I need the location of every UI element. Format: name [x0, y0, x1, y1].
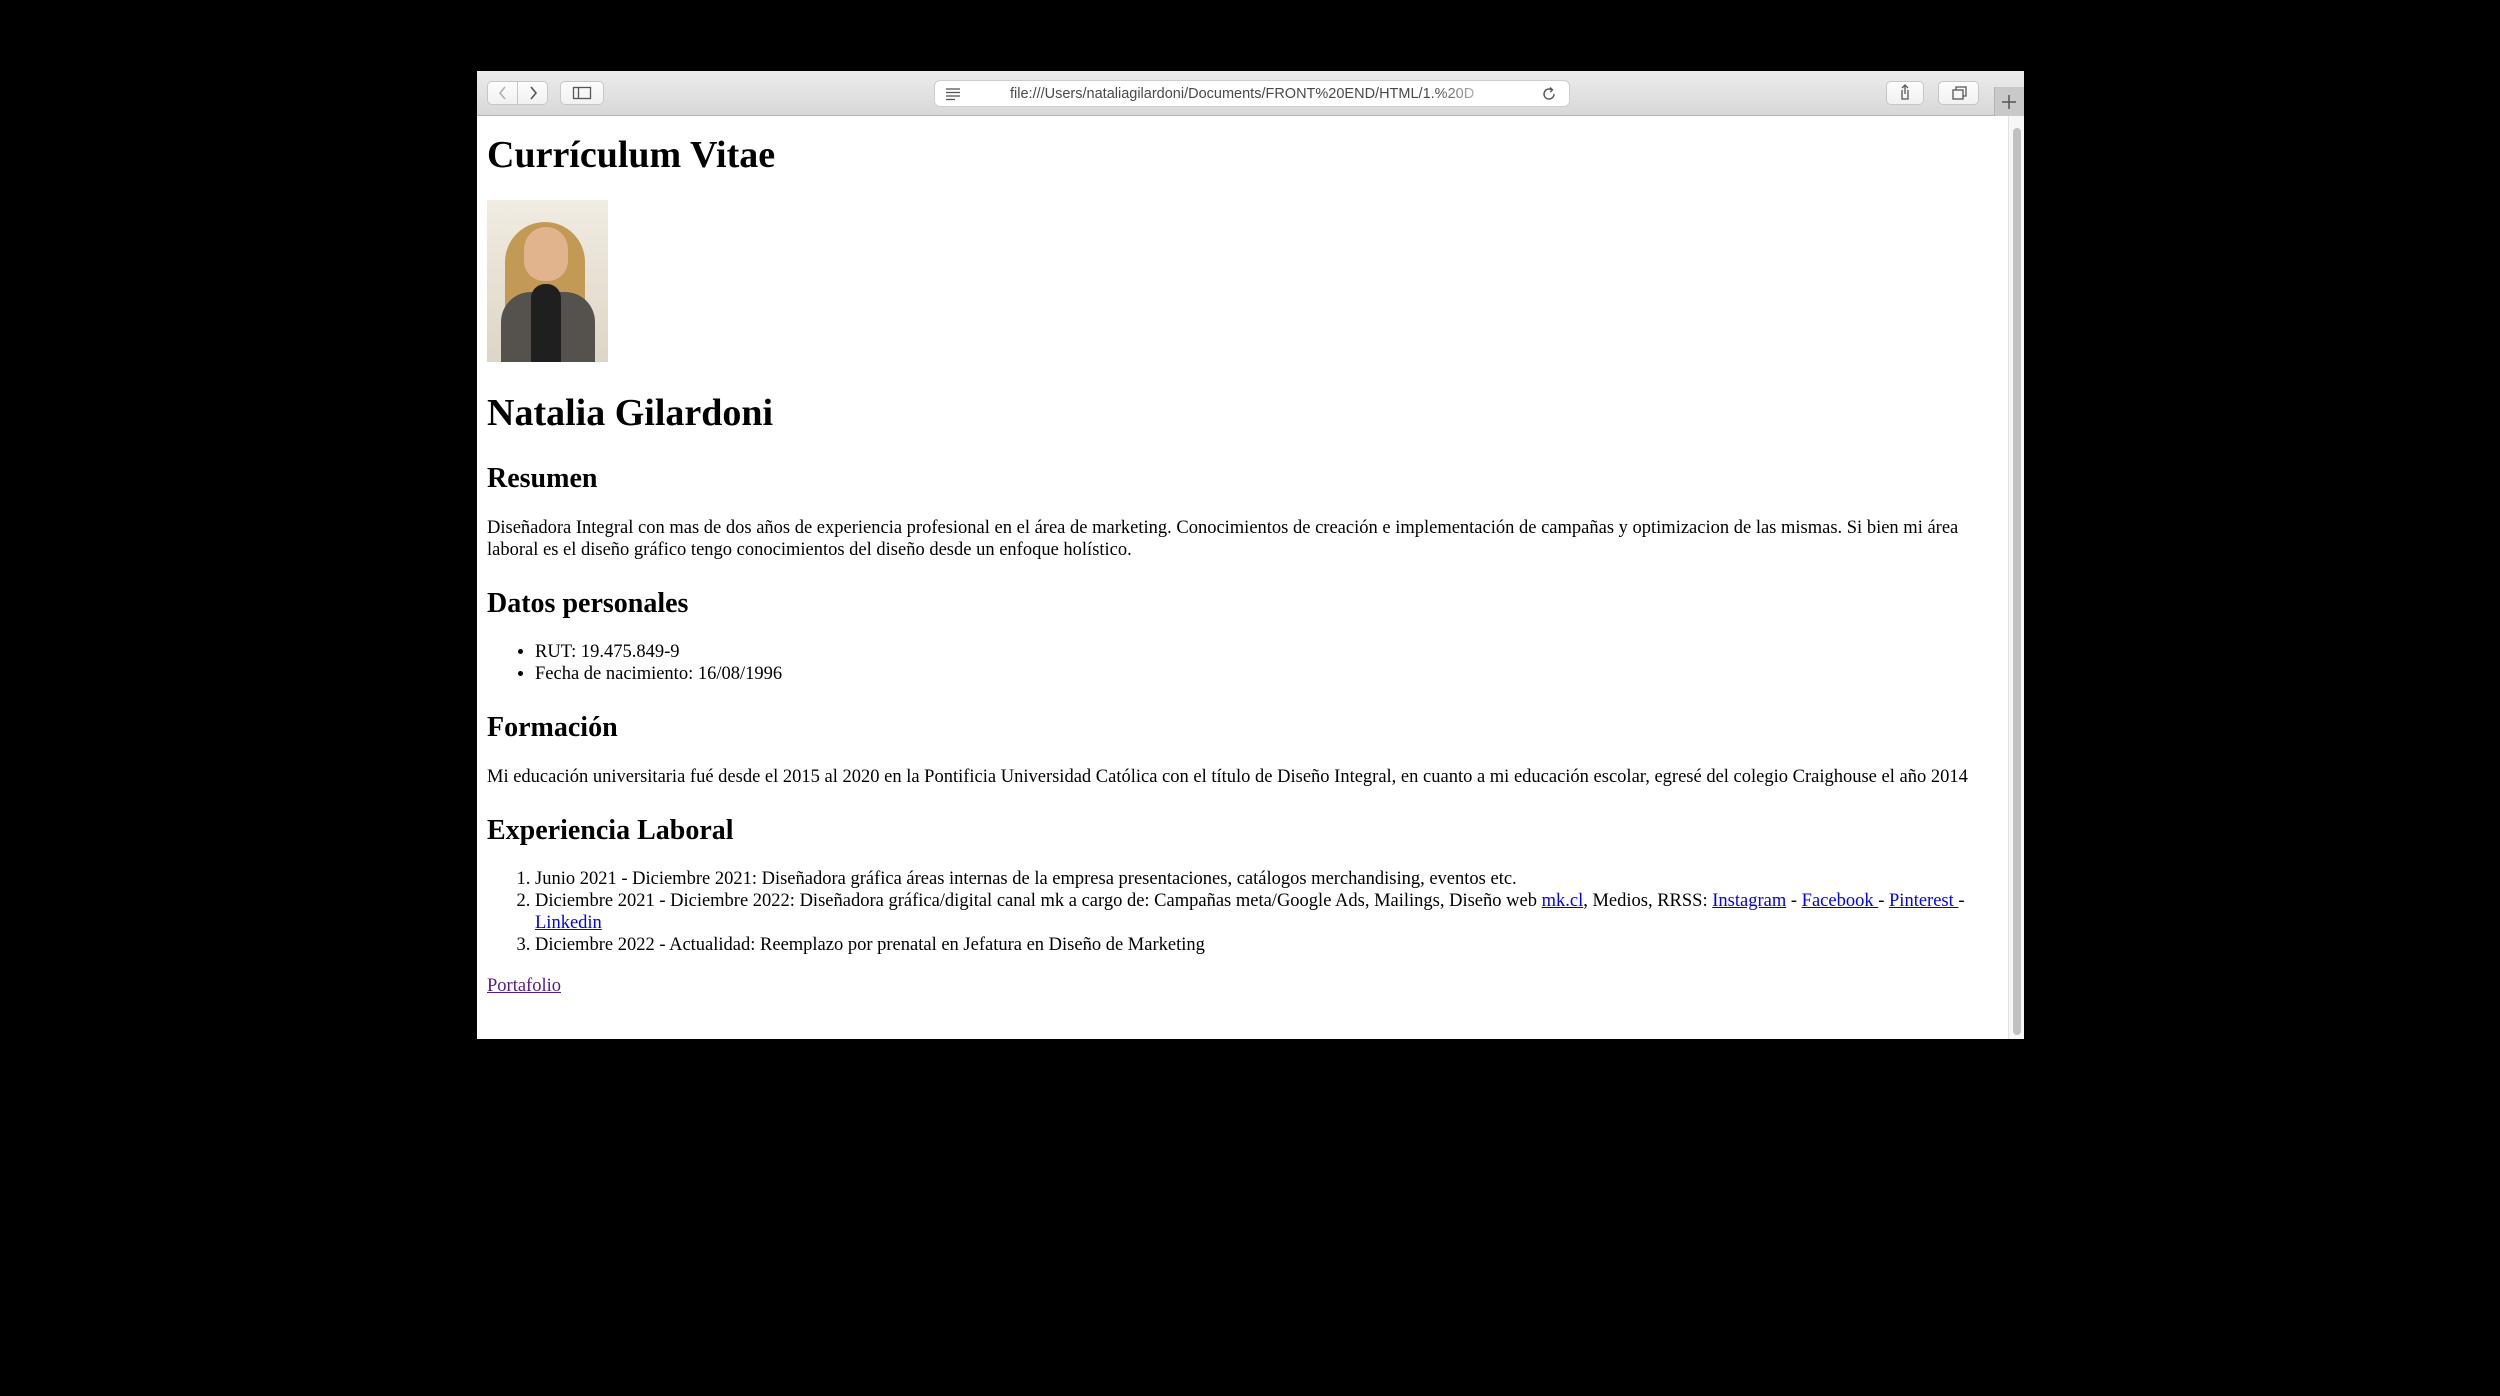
- instagram-link[interactable]: Instagram: [1712, 891, 1786, 911]
- formacion-heading: Formación: [487, 712, 618, 743]
- url-text: file:///Users/nataliagilardoni/Documents…: [1010, 86, 1475, 102]
- resumen-heading: Resumen: [487, 463, 598, 494]
- forward-button[interactable]: [517, 81, 548, 105]
- back-button[interactable]: [487, 81, 518, 105]
- datos-heading: Datos personales: [487, 588, 689, 619]
- address-bar[interactable]: file:///Users/nataliagilardoni/Documents…: [934, 80, 1570, 107]
- list-item: Junio 2021 - Diciembre 2021: Diseñadora …: [535, 868, 1998, 890]
- browser-toolbar: file:///Users/nataliagilardoni/Documents…: [477, 71, 2024, 116]
- browser-window: file:///Users/nataliagilardoni/Documents…: [477, 71, 2024, 1039]
- plus-icon: [2002, 95, 2016, 109]
- formacion-text: Mi educación universitaria fué desde el …: [487, 767, 1968, 787]
- experiencia-list: Junio 2021 - Diciembre 2021: Diseñadora …: [487, 868, 1998, 956]
- resumen-text: Diseñadora Integral con mas de dos años …: [487, 518, 1959, 560]
- separator: -: [1786, 891, 1802, 911]
- facebook-link[interactable]: Facebook: [1802, 891, 1879, 911]
- item-text: Diciembre 2021 - Diciembre 2022: Diseñad…: [535, 891, 1542, 911]
- profile-photo: [487, 200, 608, 362]
- share-button[interactable]: [1886, 81, 1924, 105]
- portfolio-link[interactable]: Portafolio: [487, 976, 561, 996]
- tabs-button[interactable]: [1938, 81, 1979, 105]
- linkedin-link[interactable]: Linkedin: [535, 913, 602, 933]
- person-name: Natalia Gilardoni: [487, 392, 774, 434]
- page-content: Currículum Vitae Natalia Gilardoni Resum…: [477, 116, 2008, 1039]
- sidebar-icon: [572, 86, 592, 100]
- datos-list: RUT: 19.475.849-9 Fecha de nacimiento: 1…: [487, 641, 1998, 685]
- reader-icon[interactable]: [945, 86, 961, 102]
- experiencia-heading: Experiencia Laboral: [487, 815, 734, 846]
- url-fade: [1435, 84, 1505, 104]
- portfolio-line: Portafolio: [487, 975, 1998, 997]
- page-title: Currículum Vitae: [487, 134, 776, 176]
- mk-link[interactable]: mk.cl: [1542, 891, 1584, 911]
- chevron-right-icon: [529, 86, 537, 100]
- separator: -: [1958, 891, 1965, 911]
- scrollbar-thumb[interactable]: [2013, 128, 2021, 1035]
- sidebar-button[interactable]: [560, 81, 604, 105]
- new-tab-button[interactable]: [1994, 87, 2024, 116]
- reload-icon[interactable]: [1540, 85, 1558, 103]
- share-icon: [1901, 84, 1909, 100]
- list-item: Fecha de nacimiento: 16/08/1996: [535, 663, 1998, 685]
- separator: -: [1878, 891, 1890, 911]
- chevron-left-icon: [498, 86, 506, 100]
- vertical-scrollbar[interactable]: [2008, 116, 2024, 1039]
- list-item: RUT: 19.475.849-9: [535, 641, 1998, 663]
- tabs-icon: [1951, 86, 1967, 100]
- list-item: Diciembre 2021 - Diciembre 2022: Diseñad…: [535, 890, 1998, 934]
- item-text: , Medios, RRSS:: [1583, 891, 1713, 911]
- pinterest-link[interactable]: Pinterest: [1889, 891, 1958, 911]
- list-item: Diciembre 2022 - Actualidad: Reemplazo p…: [535, 934, 1998, 956]
